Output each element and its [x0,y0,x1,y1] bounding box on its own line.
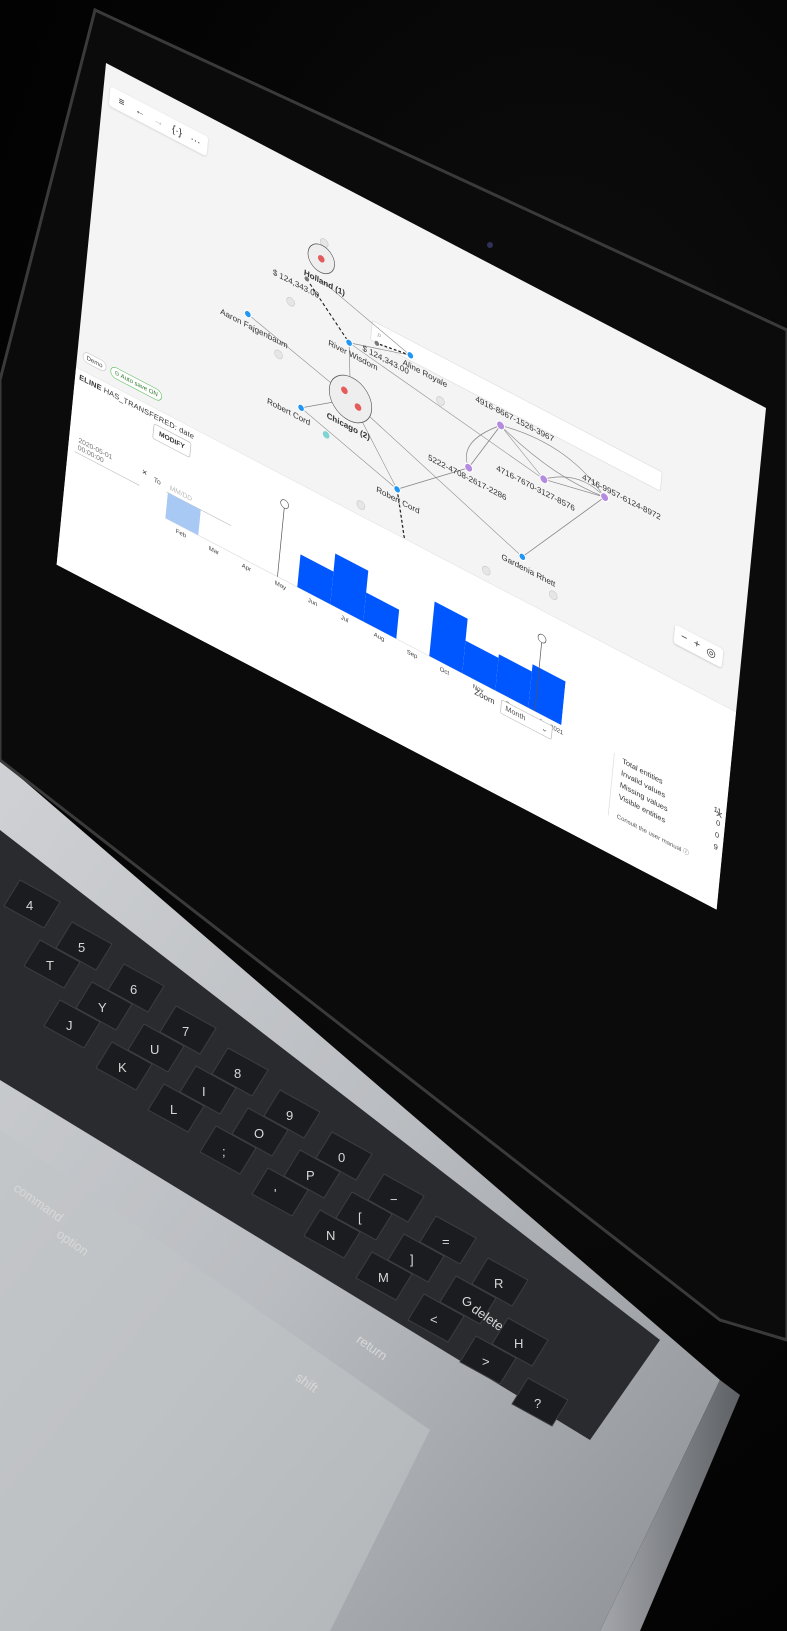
range-end-handle[interactable] [537,633,547,645]
from-date-field[interactable]: 2020-05-01 00:00:00 [74,434,142,486]
node[interactable] [356,499,366,511]
zoom-in-icon[interactable]: + [693,637,700,653]
clear-date-icon[interactable]: × [142,466,148,479]
range-start-line [277,507,285,577]
help-icon: ⓘ [682,847,690,857]
histogram-bar [165,492,201,536]
scene: 4 5 6 7 8 9 0− = R T Y U I O P[] G H J K L; ' N M < >? ≡ ← → {·}… [0,0,787,1631]
histogram-bar [330,553,369,622]
close-icon[interactable]: × [715,806,723,823]
node[interactable] [274,348,283,360]
histogram-bar [429,601,468,674]
stats-panel: Total entities 11 Invalid values 0 Missing… [607,752,722,872]
dollar-icon[interactable] [373,339,380,347]
person-icon[interactable] [244,309,252,319]
node[interactable] [436,395,445,407]
node[interactable] [548,589,558,601]
camera [487,242,493,248]
node[interactable] [286,296,295,308]
to-label: To [153,476,162,488]
range-start-handle[interactable] [280,498,289,510]
node[interactable] [481,565,491,577]
locate-icon[interactable]: ◎ [706,644,717,662]
chevron-down-icon: ⌄ [541,723,548,735]
card-icon[interactable] [539,473,549,485]
zoom-out-icon[interactable]: − [680,630,688,646]
histogram-bar [363,592,400,639]
